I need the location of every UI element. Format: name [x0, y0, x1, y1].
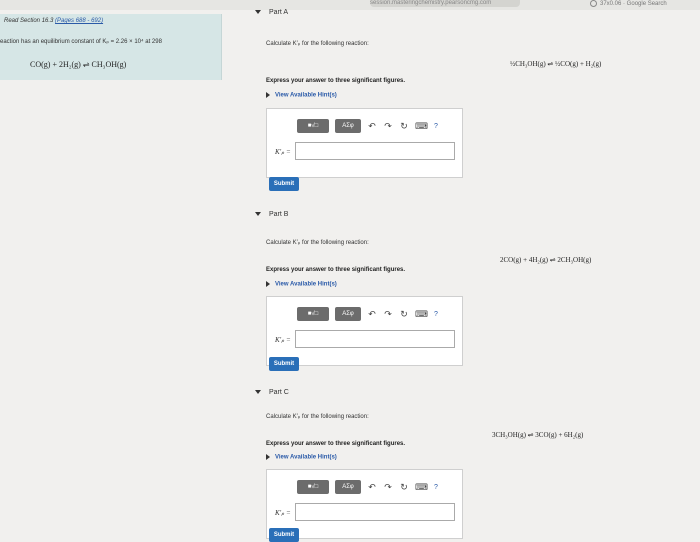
part-b-reaction: 2CO(g) + 4H₂(g) ⇌ 2CH₃OH(g)	[500, 256, 592, 264]
greek-symbols-button[interactable]: AΣφ	[335, 119, 361, 133]
reset-icon[interactable]: ↻	[399, 309, 409, 320]
part-b-hints-link[interactable]: View Available Hint(s)	[266, 281, 337, 288]
help-icon[interactable]: ?	[431, 311, 441, 318]
expand-triangle-icon	[266, 281, 270, 287]
part-a-hints-link[interactable]: View Available Hint(s)	[266, 92, 337, 99]
kp-label: K′ₚ =	[275, 148, 291, 156]
expand-triangle-icon	[266, 92, 270, 98]
part-a-instructions: Express your answer to three significant…	[266, 78, 406, 84]
help-icon[interactable]: ?	[431, 123, 441, 130]
help-icon[interactable]: ?	[431, 484, 441, 491]
part-c-reaction: 3CH₃OH(g) ⇌ 3CO(g) + 6H₂(g)	[492, 431, 584, 439]
greek-symbols-button[interactable]: AΣφ	[335, 307, 361, 321]
browser-top-bar: session.masteringchemistry.pearsoncmg.co…	[0, 0, 700, 10]
part-a-answer-input[interactable]	[295, 142, 455, 160]
part-b-title: Part B	[269, 211, 289, 218]
hints-label: View Available Hint(s)	[275, 92, 337, 99]
greek-symbols-button[interactable]: AΣφ	[335, 480, 361, 494]
part-b-submit-button[interactable]: Submit	[269, 357, 299, 371]
problem-context-panel: Read Section 16.3 (Pages 688 - 692) eact…	[0, 14, 222, 80]
part-a-reaction: ½CH₃OH(g) ⇌ ½CO(g) + H₂(g)	[510, 60, 602, 68]
undo-icon[interactable]: ↶	[367, 121, 377, 132]
part-c-question: Calculate K′ₚ for the following reaction…	[266, 414, 369, 420]
keyboard-icon[interactable]: ⌨	[415, 482, 428, 493]
status-text: 37x0.06 · Google Search	[600, 1, 667, 8]
templates-button[interactable]: ■√□	[297, 119, 329, 133]
browser-status: 37x0.06 · Google Search	[590, 0, 667, 8]
part-b-instructions: Express your answer to three significant…	[266, 267, 406, 273]
collapse-chevron-icon	[255, 212, 261, 217]
part-c-title: Part C	[269, 389, 289, 396]
math-toolbar: ■√□ AΣφ ↶ ↷ ↻ ⌨ ?	[297, 307, 441, 321]
part-c-header[interactable]: Part C	[255, 389, 289, 396]
redo-icon[interactable]: ↷	[383, 121, 393, 132]
expand-triangle-icon	[266, 454, 270, 460]
part-a-submit-button[interactable]: Submit	[269, 177, 299, 191]
pages-link[interactable]: (Pages 688 - 692)	[55, 18, 103, 24]
address-bar[interactable]: session.masteringchemistry.pearsoncmg.co…	[370, 0, 520, 7]
keyboard-icon[interactable]: ⌨	[415, 121, 428, 132]
collapse-chevron-icon	[255, 390, 261, 395]
redo-icon[interactable]: ↷	[383, 482, 393, 493]
templates-button[interactable]: ■√□	[297, 480, 329, 494]
hints-label: View Available Hint(s)	[275, 454, 337, 461]
part-a-question: Calculate K′ₚ for the following reaction…	[266, 41, 369, 47]
part-b-answer-input[interactable]	[295, 330, 455, 348]
templates-button[interactable]: ■√□	[297, 307, 329, 321]
read-section-label: Read Section 16.3	[4, 18, 56, 24]
part-b-header[interactable]: Part B	[255, 211, 288, 218]
undo-icon[interactable]: ↶	[367, 482, 377, 493]
part-b-question: Calculate K′ₚ for the following reaction…	[266, 240, 369, 246]
reset-icon[interactable]: ↻	[399, 482, 409, 493]
hints-label: View Available Hint(s)	[275, 281, 337, 288]
math-toolbar: ■√□ AΣφ ↶ ↷ ↻ ⌨ ?	[297, 119, 441, 133]
part-c-hints-link[interactable]: View Available Hint(s)	[266, 454, 337, 461]
part-c-answer-input[interactable]	[295, 503, 455, 521]
part-a-title: Part A	[269, 9, 289, 16]
google-icon	[590, 0, 597, 7]
kp-label: K′ₚ =	[275, 336, 291, 344]
keyboard-icon[interactable]: ⌨	[415, 309, 428, 320]
reset-icon[interactable]: ↻	[399, 121, 409, 132]
collapse-chevron-icon	[255, 10, 261, 15]
part-a-header[interactable]: Part A	[255, 9, 288, 16]
redo-icon[interactable]: ↷	[383, 309, 393, 320]
reference-equation: CO(g) + 2H₂(g) ⇌ CH₃OH(g)	[30, 60, 127, 69]
undo-icon[interactable]: ↶	[367, 309, 377, 320]
part-a-answer-box: ■√□ AΣφ ↶ ↷ ↻ ⌨ ? K′ₚ =	[266, 108, 463, 178]
kp-label: K′ₚ =	[275, 509, 291, 517]
part-c-instructions: Express your answer to three significant…	[266, 441, 406, 447]
reaction-description: eaction has an equilibrium constant of K…	[0, 39, 162, 45]
read-section-line: Read Section 16.3 (Pages 688 - 692)	[4, 18, 103, 24]
part-b-answer-box: ■√□ AΣφ ↶ ↷ ↻ ⌨ ? K′ₚ =	[266, 296, 463, 366]
math-toolbar: ■√□ AΣφ ↶ ↷ ↻ ⌨ ?	[297, 480, 441, 494]
